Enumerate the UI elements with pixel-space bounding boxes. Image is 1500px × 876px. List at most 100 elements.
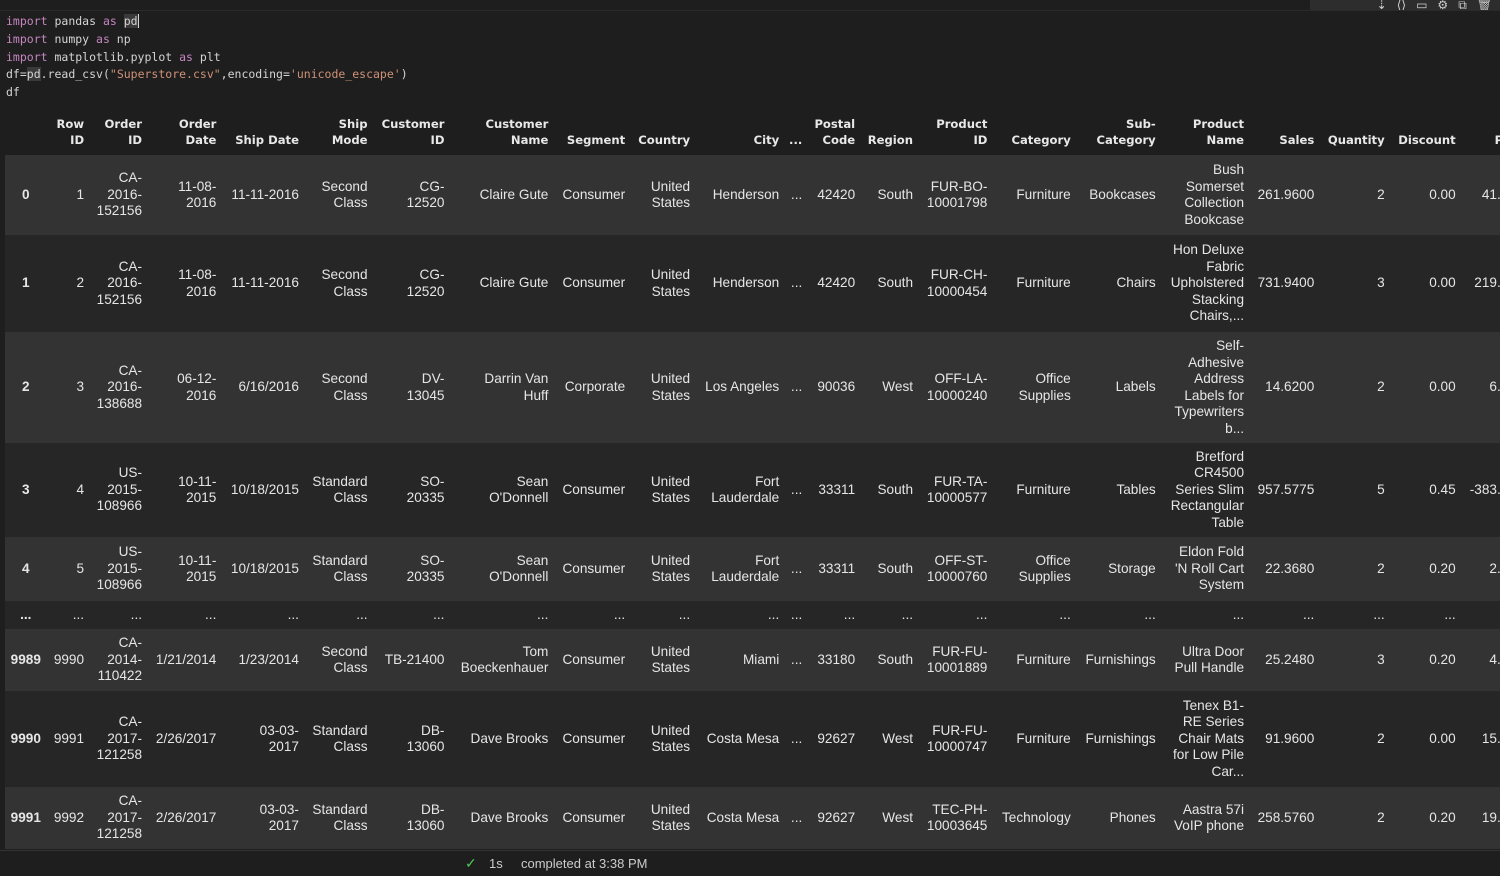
table-cell: 1/23/2014: [238, 651, 299, 667]
table-cell: ...: [678, 606, 691, 622]
table-cell: Aastra 57i VoIP phone: [1173, 801, 1245, 834]
column-header: Discount: [1388, 110, 1460, 155]
table-cell: Sean O'Donnell: [489, 552, 549, 585]
table-cell: Consumer: [562, 809, 626, 825]
table-cell: ...: [790, 186, 803, 202]
table-cell: 33311: [818, 481, 856, 497]
table-cell: Phones: [1109, 809, 1156, 825]
table-cell: 0.45: [1429, 481, 1456, 497]
table-cell: 2/26/2017: [155, 809, 217, 825]
table-cell: Los Angeles: [705, 379, 780, 395]
table-cell: Bush Somerset Collection Bookcase: [1184, 162, 1245, 227]
table-cell: United States: [650, 473, 691, 506]
table-cell: Second Class: [321, 178, 368, 211]
table-cell: 33180: [817, 651, 856, 667]
table-cell: 90036: [817, 379, 856, 395]
table-cell: Chairs: [1116, 275, 1156, 291]
table-cell: Tom Boeckenhauer: [460, 643, 549, 676]
table-cell: ...: [843, 606, 856, 622]
row-index: 2: [21, 379, 30, 395]
table-cell: Furniture: [1016, 186, 1071, 202]
table-cell: 6.8714: [1489, 379, 1500, 395]
table-cell: FUR-TA- 10000577: [926, 473, 988, 506]
table-cell: United States: [650, 722, 691, 755]
table-cell: Standard Class: [312, 552, 368, 585]
table-cell: West: [882, 379, 914, 395]
table-cell: Claire Gute: [479, 186, 549, 202]
table-cell: ...: [1144, 606, 1156, 622]
execution-completed-time: completed at 3:38 PM: [521, 856, 648, 871]
table-cell: 19.3932: [1481, 809, 1500, 825]
table-cell: ...: [537, 606, 549, 622]
row-index: 4: [21, 560, 30, 576]
table-cell: 03-03- 2017: [259, 722, 299, 755]
table-cell: CA- 2016- 152156: [96, 170, 143, 219]
table-cell: ...: [790, 606, 803, 622]
delete-icon[interactable]: 🗑: [1477, 0, 1492, 10]
table-cell: ...: [790, 651, 803, 667]
dataframe-output: Row ID Order ID Order Date Ship Date Ship Mode Cu…: [5, 110, 1500, 850]
table-cell: ...: [767, 606, 780, 622]
table-cell: ...: [790, 275, 803, 291]
table-cell: ...: [1373, 606, 1385, 622]
table-cell: 10/18/2015: [230, 481, 299, 497]
table-cell: Costa Mesa: [706, 730, 780, 746]
table-cell: 11-08- 2016: [178, 267, 217, 299]
code-line-5: df: [6, 85, 20, 100]
table-cell: 25.2480: [1265, 651, 1315, 667]
table-cell: ...: [205, 606, 217, 622]
table-cell: Consumer: [562, 481, 626, 497]
table-cell: Dave Brooks: [470, 730, 549, 746]
table-header-row: Row ID Order ID Order Date Ship Date Ship Mode Cu…: [5, 110, 1500, 155]
table-cell: Consumer: [562, 275, 626, 291]
table-cell: ...: [976, 606, 988, 622]
gear-icon[interactable]: ⚙: [1437, 0, 1448, 10]
table-cell: DV- 13045: [406, 371, 445, 403]
table-cell: Fort Lauderdale: [711, 552, 780, 585]
table-cell: 2: [1377, 379, 1385, 395]
table-cell: 219.5820: [1474, 275, 1500, 291]
table-cell: Furniture: [1016, 481, 1071, 497]
run-above-icon[interactable]: ⇣: [1377, 0, 1387, 10]
table-cell: Bretford CR4500 Series Slim Rectangular Tabl…: [1170, 448, 1245, 530]
table-cell: ...: [1444, 606, 1456, 622]
table-cell: ...: [72, 606, 85, 622]
table-cell: 0.00: [1429, 730, 1456, 746]
table-cell: 11-08- 2016: [178, 178, 217, 211]
cell-status-bar: ✓ 1s completed at 3:38 PM: [0, 850, 1500, 876]
column-header: ...: [783, 110, 807, 155]
table-cell: United States: [650, 267, 691, 299]
table-cell: 0.20: [1429, 809, 1456, 825]
table-cell: 42420: [817, 275, 856, 291]
table-cell: 92627: [817, 730, 856, 746]
table-cell: 10-11- 2015: [178, 552, 217, 585]
code-cell[interactable]: import pandas as pd import numpy as np imp…: [0, 10, 1500, 110]
table-cell: ...: [130, 606, 143, 622]
table-cell: Darrin Van Huff: [484, 371, 549, 403]
table-cell: 06-12- 2016: [177, 371, 217, 403]
table-cell: 10/18/2015: [230, 560, 299, 576]
comment-icon[interactable]: ▭: [1416, 0, 1427, 10]
column-header: Sales: [1248, 110, 1319, 155]
table-cell: 0.20: [1429, 560, 1456, 576]
table-cell: Tenex B1- RE Series Chair Mats for Low Pile…: [1173, 697, 1245, 779]
table-cell: 258.5760: [1257, 809, 1315, 825]
table-cell: Furniture: [1016, 730, 1071, 746]
table-cell: ...: [356, 606, 368, 622]
column-header: Segment: [552, 110, 630, 155]
table-cell: 2: [1377, 809, 1385, 825]
code-icon[interactable]: ⟨⟩: [1397, 0, 1406, 10]
table-row: 0 1 CA- 2016- 152156 11-08- 2016 11-11-2016 Seco…: [5, 155, 1500, 235]
table-cell: 9990: [53, 651, 85, 667]
table-cell: 33311: [818, 560, 856, 576]
row-index: 9989: [10, 651, 41, 667]
table-cell: Bookcases: [1089, 186, 1156, 202]
table-cell: ...: [901, 606, 914, 622]
table-cell: Corporate: [564, 379, 626, 395]
copy-icon[interactable]: ⧉: [1458, 0, 1467, 10]
row-index: 9990: [10, 730, 41, 746]
table-cell: 42420: [817, 186, 856, 202]
table-cell: 2: [76, 275, 85, 291]
table-cell: TB-21400: [384, 651, 445, 667]
table-cell: CA- 2017- 121258: [96, 793, 143, 842]
